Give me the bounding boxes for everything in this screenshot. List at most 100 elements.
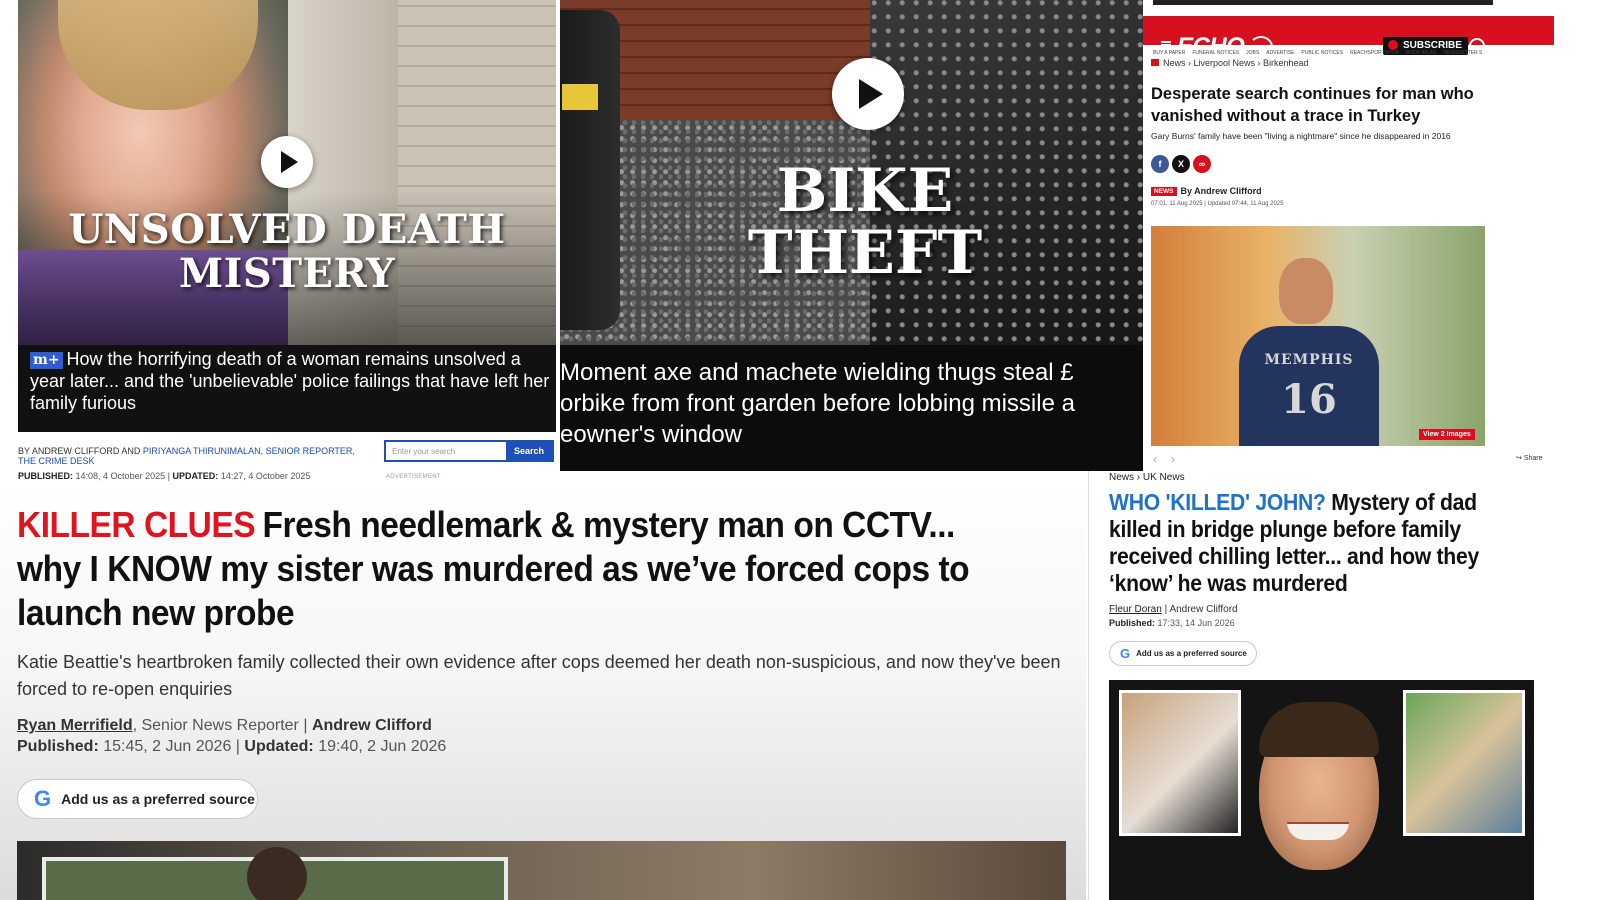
link-icon[interactable]: ∞ xyxy=(1193,155,1211,173)
byline: Ryan Merrifield, Senior News Reporter | … xyxy=(17,717,432,735)
preferred-source-button[interactable]: G Add us as a preferred source xyxy=(17,779,258,819)
echo-nav-links: BUY A PAPER FUNERAL NOTICES JOBS ADVERTI… xyxy=(1153,50,1553,56)
published-label: Published: xyxy=(17,738,99,755)
author-link[interactable]: Ryan Merrifield xyxy=(17,717,133,734)
article-headline: KILLER CLUES Fresh needlemark & mystery m… xyxy=(17,503,984,635)
video-caption[interactable]: Moment axe and machete wielding thugs st… xyxy=(560,357,1143,450)
mplus-badge: m+ xyxy=(30,352,63,369)
nav-link[interactable]: ADVERTISE xyxy=(1266,50,1294,56)
view-images-button[interactable]: View 2 Images xyxy=(1419,429,1475,440)
x-icon[interactable]: X xyxy=(1172,155,1190,173)
google-icon: G xyxy=(1120,646,1131,661)
inset-photo-left xyxy=(1119,690,1241,836)
breadcrumb-text[interactable]: News › Liverpool News › Birkenhead xyxy=(1163,58,1309,68)
share-link[interactable]: ↪ Share xyxy=(1516,454,1543,462)
jersey-team: MEMPHIS xyxy=(1264,352,1354,368)
article-photo[interactable]: MEMPHIS 16 View 2 Images xyxy=(1151,226,1485,446)
headline-kicker: KILLER CLUES xyxy=(17,504,256,545)
share-buttons: f X ∞ xyxy=(1151,155,1211,173)
video-caption[interactable]: m+ How the horrifying death of a woman re… xyxy=(30,348,550,414)
nav-link[interactable]: PUBLIC NOTICES xyxy=(1301,50,1343,56)
play-icon[interactable] xyxy=(261,136,313,188)
share-label[interactable]: Share xyxy=(1524,455,1543,462)
preferred-source-button[interactable]: G Add us as a preferred source xyxy=(1109,641,1257,666)
article-headline: Desperate search continues for man who v… xyxy=(1151,85,1474,125)
chevron-right-icon[interactable]: › xyxy=(1171,452,1189,466)
jersey-number: 16 xyxy=(1281,376,1337,423)
article-dates: 07:01, 11 Aug 2025 | Updated 07:44, 11 A… xyxy=(1151,201,1284,207)
dailymail-search: Enter your search Search xyxy=(384,440,554,462)
search-input[interactable]: Enter your search xyxy=(386,442,506,460)
preferred-source-label: Add us as a preferred source xyxy=(1136,649,1247,658)
nav-link[interactable]: JOBS xyxy=(1246,50,1259,56)
echo-logo[interactable]: ECHO xyxy=(1177,33,1245,61)
menu-icon[interactable] xyxy=(1161,41,1171,49)
published-value: 17:33, 14 Jun 2026 xyxy=(1157,618,1235,628)
man-smile xyxy=(1287,822,1349,840)
bike-theft-video-panel[interactable]: BIKE THEFT Moment axe and machete wieldi… xyxy=(560,0,1143,471)
author-name: Andrew Clifford xyxy=(1169,604,1238,615)
updated-label: UPDATED: xyxy=(172,471,219,481)
breadcrumb[interactable]: News › UK News xyxy=(1109,472,1185,483)
byline-separator: | xyxy=(303,717,308,734)
dailymail-video-panel[interactable]: UNSOLVED DEATH MISTERY m+ How the horrify… xyxy=(18,0,556,432)
published-label: PUBLISHED: xyxy=(18,471,74,481)
echo-article-panel: ECHO SUBSCRIBE BUY A PAPER FUNERAL NOTIC… xyxy=(1143,0,1600,471)
byline: Fleur Doran | Andrew Clifford xyxy=(1109,604,1238,615)
chevron-left-icon[interactable]: ‹ xyxy=(1153,452,1171,466)
google-icon: G xyxy=(34,786,52,811)
byline-separator: | xyxy=(1164,604,1168,615)
man-head xyxy=(1279,258,1333,324)
home-icon[interactable] xyxy=(1151,59,1159,66)
updated-value: 19:40, 2 Jun 2026 xyxy=(318,738,447,755)
nav-link[interactable]: NEWSLETTER S xyxy=(1444,50,1483,56)
nav-link[interactable]: FUNERAL NOTICES xyxy=(1192,50,1239,56)
caption-line: eowner's window xyxy=(560,421,743,448)
article-headline: WHO 'KILLED' JOHN? Mystery of dad killed… xyxy=(1109,489,1514,597)
breadcrumb[interactable]: News › Liverpool News › Birkenhead xyxy=(1151,58,1309,68)
advertisement-label: ADVERTISEMENT xyxy=(386,474,441,480)
echo-header-bar: ECHO SUBSCRIBE xyxy=(1143,16,1554,60)
published-value: 15:45, 2 Jun 2026 xyxy=(103,738,232,755)
number-plate xyxy=(562,84,598,110)
overlay-title: UNSOLVED DEATH MISTERY xyxy=(68,206,506,297)
author-link[interactable]: Fleur Doran xyxy=(1109,604,1162,615)
dailymail-byline: By ANDREW CLIFFORD and PIRIYANGA THIRUNI… xyxy=(18,446,373,481)
motorbike xyxy=(560,10,620,330)
caption-line: Moment axe and machete wielding thugs st… xyxy=(560,359,1074,386)
date-separator: | xyxy=(235,738,240,755)
updated-label: Updated: xyxy=(244,738,314,755)
article-dek: Gary Burns' family have been "living a n… xyxy=(1151,131,1451,141)
nav-link[interactable]: REACHSPORTSHOP xyxy=(1350,50,1399,56)
publish-dates: PUBLISHED: 14:08, 4 October 2025 | UPDAT… xyxy=(18,471,311,481)
article-dek: Katie Beattie's heartbroken family colle… xyxy=(17,652,1061,699)
updated-value: 14:27, 4 October 2025 xyxy=(220,471,311,481)
headline-kicker: WHO 'KILLED' JOHN? xyxy=(1109,489,1326,515)
published-value: 14:08, 4 October 2025 xyxy=(75,471,166,481)
play-icon[interactable] xyxy=(832,58,904,130)
author-role: , Senior News Reporter xyxy=(132,717,299,734)
sun-article-panel: KILLER CLUES Fresh needlemark & mystery m… xyxy=(0,481,1086,900)
top-rule xyxy=(1153,0,1493,5)
byline-prefix: By ANDREW CLIFFORD and xyxy=(18,446,141,456)
section-badge: NEWS xyxy=(1151,187,1177,196)
inset-photo-right xyxy=(1403,690,1525,836)
nav-link[interactable]: BUY A PAPER xyxy=(1153,50,1185,56)
overlay-title: BIKE THEFT xyxy=(747,156,983,288)
john-article-panel: News › UK News WHO 'KILLED' JOHN? Myster… xyxy=(1088,471,1600,900)
search-button[interactable]: Search xyxy=(506,442,552,460)
woman-hair xyxy=(58,0,258,110)
publish-date: Published: 17:33, 14 Jun 2026 xyxy=(1109,618,1235,628)
nav-link[interactable]: BOOK AN AD xyxy=(1406,50,1437,56)
author-name[interactable]: By Andrew Clifford xyxy=(1181,186,1262,196)
facebook-icon[interactable]: f xyxy=(1151,155,1169,173)
byline: NEWS By Andrew Clifford xyxy=(1151,186,1262,196)
article-lead-image[interactable] xyxy=(17,841,1066,900)
preferred-source-label: Add us as a preferred source xyxy=(61,791,255,807)
caption-line: orbike from front garden before lobbing … xyxy=(560,390,1075,417)
gallery-arrows[interactable]: ‹› xyxy=(1153,452,1189,466)
article-lead-image[interactable] xyxy=(1109,680,1534,900)
caption-text: How the horrifying death of a woman rema… xyxy=(30,349,550,413)
publish-dates: Published: 15:45, 2 Jun 2026 | Updated: … xyxy=(17,738,446,756)
man-hair xyxy=(1259,702,1379,757)
